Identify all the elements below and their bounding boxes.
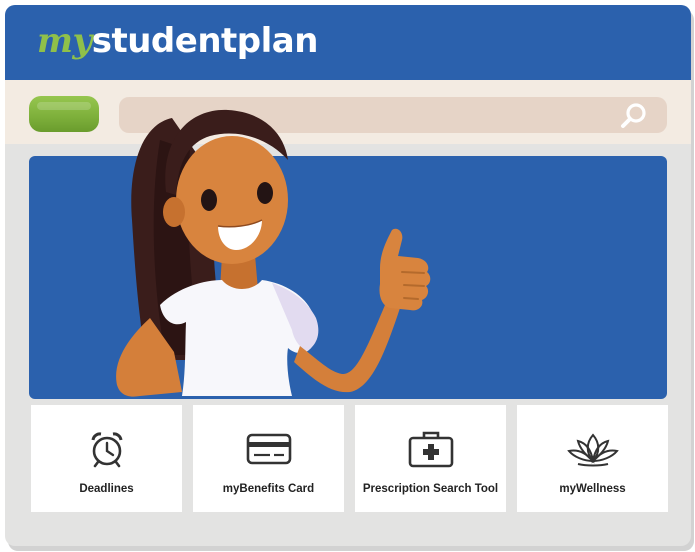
search-bar[interactable] [119,97,667,133]
tile-label: Deadlines [79,483,134,495]
search-icon[interactable] [619,101,649,131]
tile-deadlines[interactable]: Deadlines [31,405,182,512]
tile-mywellness[interactable]: myWellness [517,405,668,512]
tile-label: myWellness [559,483,626,495]
credit-card-icon [246,433,291,465]
header-bar: mystudentplan [5,5,691,80]
tile-mybenefits-card[interactable]: myBenefits Card [193,405,344,512]
search-row [5,80,691,144]
tile-prescription-search-tool[interactable]: Prescription Search Tool [355,405,506,512]
logo-prefix: my [37,21,92,61]
lotus-icon [566,433,619,467]
medical-kit-icon [408,431,453,468]
site-logo[interactable]: mystudentplan [37,21,318,61]
search-input[interactable] [119,97,647,133]
logo-main: studentplan [91,21,319,61]
menu-button[interactable] [29,96,99,132]
hero-banner [29,156,667,399]
tile-label: myBenefits Card [222,483,315,495]
alarm-clock-icon [91,432,122,468]
tile-label: Prescription Search Tool [362,483,499,495]
